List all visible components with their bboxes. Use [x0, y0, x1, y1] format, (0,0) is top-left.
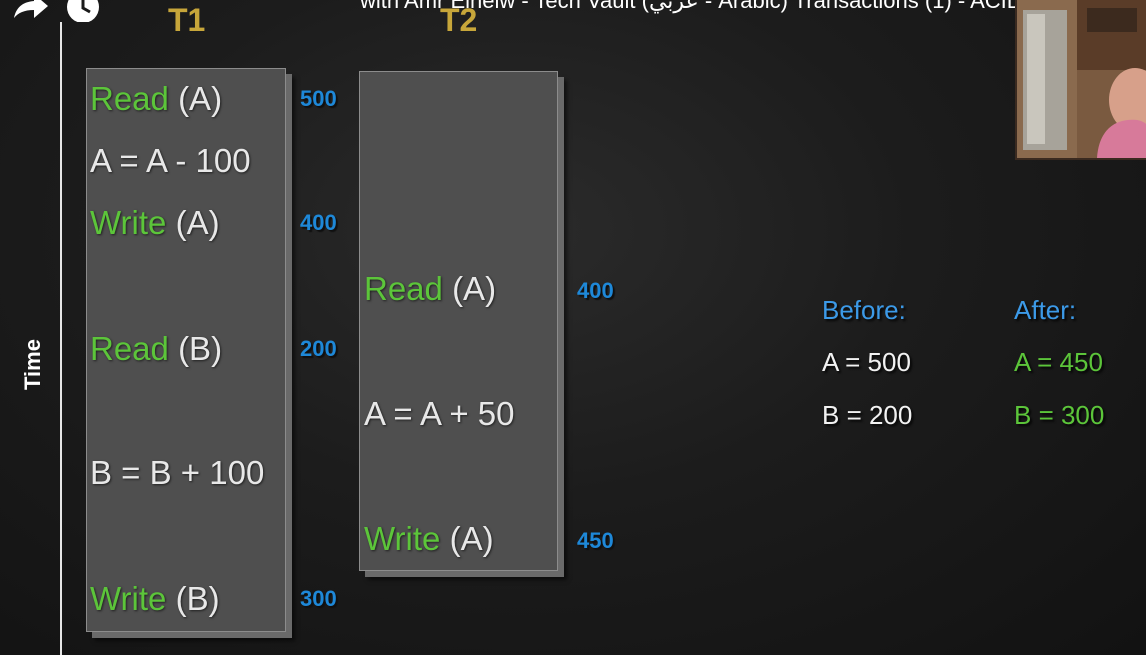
before-heading: Before:	[822, 295, 906, 325]
op-argument: (A)	[178, 80, 223, 117]
after-value-a: A = 450	[1014, 347, 1103, 377]
op-expression: A = A - 100	[90, 142, 251, 179]
t1-op: Write (B)	[90, 580, 220, 618]
op-argument: (B)	[178, 330, 223, 367]
t1-op: B = B + 100	[90, 454, 264, 492]
t1-value: 200	[300, 336, 337, 361]
t1-header: T1	[168, 2, 206, 38]
op-expression: A = A + 50	[364, 395, 515, 432]
t2-op: Read (A)	[364, 270, 496, 308]
t1-value: 500	[300, 86, 337, 111]
watch-later-icon[interactable]	[66, 0, 100, 22]
t2-op: A = A + 50	[364, 395, 514, 433]
time-axis-line	[60, 22, 62, 655]
t1-value: 300	[300, 586, 337, 611]
op-keyword: Write	[364, 520, 441, 557]
before-value-a: A = 500	[822, 347, 911, 377]
presenter-webcam	[1015, 0, 1146, 160]
after-heading: After:	[1014, 295, 1077, 325]
op-argument: (A)	[452, 270, 497, 307]
t1-op: Write (A)	[90, 204, 220, 242]
t2-transaction-box	[359, 71, 558, 571]
t2-value: 400	[577, 278, 614, 303]
op-expression: B = B + 100	[90, 454, 265, 491]
t2-op: Write (A)	[364, 520, 494, 558]
t1-op: Read (A)	[90, 80, 222, 118]
t2-value: 450	[577, 528, 614, 553]
op-argument: (B)	[175, 580, 220, 617]
t1-op: Read (B)	[90, 330, 222, 368]
op-keyword: Read	[364, 270, 443, 307]
t1-op: A = A - 100	[90, 142, 251, 180]
after-value-b: B = 300	[1014, 400, 1105, 430]
video-frame[interactable]: with Amr Elhelw - Tech Vault (عربي - Ara…	[0, 0, 1146, 655]
op-argument: (A)	[175, 204, 220, 241]
op-argument: (A)	[449, 520, 494, 557]
t1-value: 400	[300, 210, 337, 235]
op-keyword: Read	[90, 330, 169, 367]
t2-header: T2	[440, 2, 478, 38]
share-icon[interactable]	[12, 0, 50, 18]
op-keyword: Read	[90, 80, 169, 117]
before-value-b: B = 200	[822, 400, 913, 430]
op-keyword: Write	[90, 204, 167, 241]
presenter-image	[1017, 0, 1146, 158]
op-keyword: Write	[90, 580, 167, 617]
time-axis-label: Time	[20, 339, 45, 390]
